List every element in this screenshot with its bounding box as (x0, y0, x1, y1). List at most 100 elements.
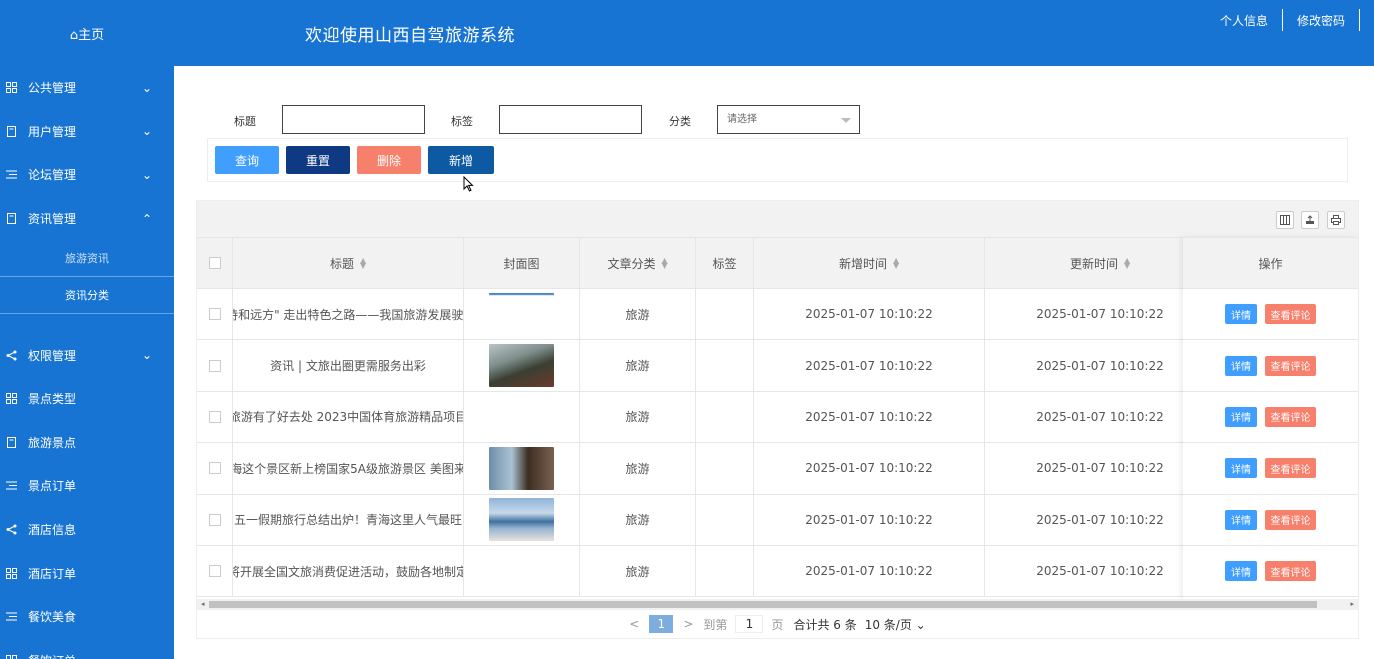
export-icon[interactable] (1301, 211, 1319, 229)
row-select-cell (197, 340, 233, 391)
grid-icon (4, 566, 18, 580)
delete-button[interactable]: 删除 (357, 146, 421, 174)
row-checkbox[interactable] (208, 410, 221, 423)
category-label: 分类 (669, 115, 691, 128)
col-title[interactable]: 标题 ▲ ▼ (233, 238, 464, 288)
view-comments-button[interactable]: 查看评论 (1265, 304, 1316, 325)
row-checkbox[interactable] (208, 308, 221, 321)
prev-page-button[interactable]: < (629, 617, 639, 631)
select-all-checkbox[interactable] (208, 257, 221, 269)
sidebar-sub-news-category[interactable]: 资讯分类 (0, 277, 174, 315)
actions-cell: 详情 查看评论 (1183, 443, 1358, 495)
row-select-cell (197, 494, 233, 545)
horizontal-scrollbar[interactable]: ◂ ▸ (197, 599, 1358, 610)
view-comments-button[interactable]: 查看评论 (1265, 561, 1316, 582)
sidebar-item[interactable]: 景点类型 (0, 377, 174, 421)
sort-icon[interactable]: ▲ ▼ (893, 257, 899, 270)
row-select-cell (197, 443, 233, 494)
sidebar-item[interactable]: 餐饮美食 (0, 595, 174, 639)
sidebar-item[interactable]: 权限管理 ⌄ (0, 333, 174, 377)
tag-input[interactable] (499, 105, 642, 134)
scroll-left-icon[interactable]: ◂ (201, 600, 205, 608)
category-select[interactable]: 请选择 (717, 105, 860, 134)
cover-cell (464, 289, 580, 340)
view-comments-button[interactable]: 查看评论 (1265, 458, 1316, 479)
title-cell: 上海这个景区新上榜国家5A级旅游景区 美图来了 (233, 443, 464, 494)
page-number-current[interactable]: 1 (649, 615, 674, 633)
detail-button[interactable]: 详情 (1225, 406, 1257, 427)
profile-link[interactable]: 个人信息 (1206, 12, 1282, 29)
view-comments-button[interactable]: 查看评论 (1265, 355, 1316, 376)
sidebar-item-label: 景点订单 (28, 479, 77, 494)
detail-button[interactable]: 详情 (1225, 304, 1257, 325)
columns-icon[interactable] (1276, 211, 1294, 229)
row-select-cell (197, 289, 233, 340)
page-size-select[interactable]: 10 条/页 ⌄ (865, 616, 926, 633)
detail-button[interactable]: 详情 (1225, 355, 1257, 376)
actions-cell: 详情 查看评论 (1183, 340, 1358, 392)
col-category-label: 文章分类 (607, 256, 656, 271)
sidebar-item[interactable]: 酒店信息 (0, 508, 174, 552)
sidebar-item[interactable]: 旅游景点 (0, 421, 174, 465)
title-cell: 五一假期旅行总结出炉！青海这里人气最旺 (233, 494, 464, 545)
query-button[interactable]: 查询 (215, 146, 279, 174)
row-checkbox[interactable] (208, 565, 221, 578)
col-actions-label: 操作 (1258, 256, 1283, 271)
change-password-link[interactable]: 修改密码 (1283, 12, 1359, 29)
created-time-cell: 2025-01-07 10:10:22 (754, 545, 985, 597)
view-comments-button[interactable]: 查看评论 (1265, 509, 1316, 530)
sidebar-item-label: 酒店订单 (28, 566, 77, 581)
sidebar-item-label: 旅游景点 (28, 435, 77, 450)
sidebar-item[interactable]: 公共管理 ⌄ (0, 66, 174, 110)
book-icon (4, 435, 18, 449)
detail-button[interactable]: 详情 (1225, 509, 1257, 530)
sidebar-item-label: 资讯管理 (28, 212, 77, 227)
sidebar-item[interactable]: 用户管理 ⌄ (0, 110, 174, 154)
sidebar-home[interactable]: ⌂主页 (0, 0, 174, 66)
add-button[interactable]: 新增 (428, 146, 494, 174)
col-updated[interactable]: 更新时间 ▲ ▼ (985, 238, 1216, 288)
total-count: 合计共 6 条 (793, 617, 857, 632)
sidebar-item[interactable]: 资讯管理 ⌃ (0, 197, 174, 241)
cover-cell (464, 391, 580, 443)
col-created[interactable]: 新增时间 ▲ ▼ (754, 238, 985, 288)
data-table: 标题 ▲ ▼ 封面图 文章分类 ▲ ▼ 标签 新增时间 ▲ ▼ 更新时间 ▲ ▼ "诗和远方" … (196, 200, 1359, 639)
scrollbar-thumb[interactable] (209, 601, 1317, 608)
sidebar-item[interactable]: 论坛管理 ⌄ (0, 153, 174, 197)
next-page-button[interactable]: > (683, 617, 693, 631)
category-cell: 旅游 (580, 391, 696, 443)
tags-cell (696, 391, 754, 443)
sidebar-item-label: 论坛管理 (28, 168, 77, 183)
sidebar-sub-travel-news[interactable]: 旅游资讯 (0, 240, 174, 278)
row-select-cell (197, 391, 233, 443)
sidebar-item[interactable]: 餐饮订单 (0, 639, 174, 659)
row-checkbox[interactable] (208, 359, 221, 372)
title-label: 标题 (234, 115, 256, 128)
sidebar-item-label: 餐饮美食 (28, 610, 77, 625)
tags-cell (696, 289, 754, 340)
sort-icon[interactable]: ▲ ▼ (662, 257, 668, 270)
row-checkbox[interactable] (208, 513, 221, 526)
print-icon[interactable] (1327, 211, 1345, 229)
title-input[interactable] (282, 105, 425, 134)
top-header: 欢迎使用山西自驾旅游系统 个人信息 修改密码 (174, 0, 1374, 66)
chevron-down-icon: ⌄ (141, 348, 152, 363)
updated-time-cell: 2025-01-07 10:10:22 (985, 340, 1216, 391)
sidebar-item[interactable]: 景点订单 (0, 464, 174, 508)
sidebar-item-label: 公共管理 (28, 81, 77, 96)
view-comments-button[interactable]: 查看评论 (1265, 406, 1316, 427)
sort-icon[interactable]: ▲ ▼ (1124, 257, 1130, 270)
row-checkbox[interactable] (208, 462, 221, 475)
detail-button[interactable]: 详情 (1225, 561, 1257, 582)
sort-icon[interactable]: ▲ ▼ (360, 257, 366, 270)
goto-page-input[interactable]: 1 (735, 615, 764, 633)
category-cell: 旅游 (580, 443, 696, 494)
tag-label: 标签 (451, 115, 473, 128)
detail-button[interactable]: 详情 (1225, 458, 1257, 479)
col-category[interactable]: 文章分类 ▲ ▼ (580, 238, 696, 288)
title-cell: 资讯 | 文旅出圈更需服务出彩 (233, 340, 464, 391)
reset-button[interactable]: 重置 (286, 146, 350, 174)
sidebar-item[interactable]: 酒店订单 (0, 551, 174, 595)
scroll-right-icon[interactable]: ▸ (1350, 600, 1354, 608)
title-cell: "诗和远方" 走出特色之路——我国旅游发展驶上 (233, 289, 464, 340)
